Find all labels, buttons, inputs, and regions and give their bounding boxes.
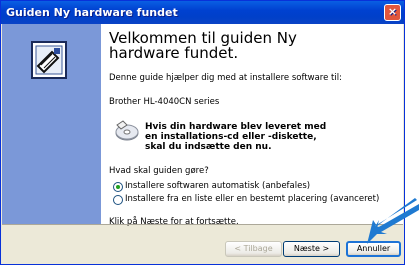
pointer-arrow-icon bbox=[367, 198, 419, 244]
cd-instruction: Hvis din hardware blev leveret med en in… bbox=[145, 122, 327, 152]
radio-auto-install[interactable] bbox=[113, 182, 123, 192]
close-icon[interactable]: × bbox=[384, 4, 401, 21]
footer-divider bbox=[2, 224, 403, 225]
page-title: Velkommen til guiden Ny hardware fundet. bbox=[109, 29, 297, 62]
wizard-content: Velkommen til guiden Ny hardware fundet.… bbox=[101, 24, 403, 227]
intro-text: Denne guide hjælper dig med at installer… bbox=[109, 73, 342, 83]
radio-manual-install[interactable] bbox=[113, 195, 123, 205]
wizard-window: Guiden Ny hardware fundet × Velkommen ti… bbox=[0, 0, 405, 265]
wizard-side-panel bbox=[2, 24, 101, 224]
question-label: Hvad skal guiden gøre? bbox=[109, 166, 209, 176]
continue-instruction: Klik på Næste for at fortsætte. bbox=[109, 217, 239, 227]
option-auto-install-label[interactable]: Installere softwaren automatisk (anbefal… bbox=[125, 181, 310, 191]
title-bar: Guiden Ny hardware fundet × bbox=[1, 1, 404, 24]
next-button[interactable]: Næste > bbox=[283, 241, 340, 257]
window-title: Guiden Ny hardware fundet bbox=[6, 6, 178, 19]
device-name: Brother HL-4040CN series bbox=[109, 97, 220, 107]
cd-icon bbox=[115, 120, 139, 141]
hardware-wizard-icon bbox=[31, 41, 67, 79]
option-manual-install-label[interactable]: Installere fra en liste eller en bestemt… bbox=[125, 194, 379, 204]
back-button[interactable]: < Tilbage bbox=[225, 241, 282, 257]
